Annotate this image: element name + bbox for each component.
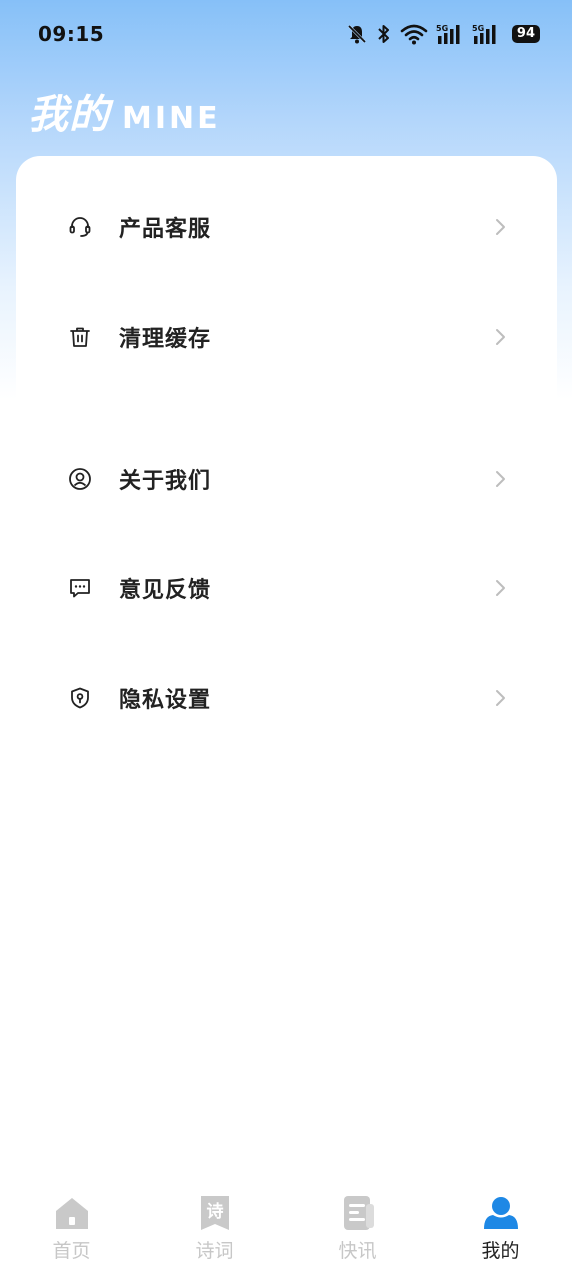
chevron-right-icon [496, 329, 505, 345]
tab-home[interactable]: 首页 [0, 1172, 143, 1279]
tab-news[interactable]: 快讯 [286, 1172, 429, 1279]
signal-icon-2: 5G [472, 24, 496, 44]
menu-item-privacy-settings[interactable]: 隐私设置 [16, 668, 557, 728]
battery-indicator: 94 [511, 25, 540, 43]
menu-item-customer-service[interactable]: 产品客服 [16, 197, 557, 257]
menu-item-label: 清理缓存 [119, 327, 212, 352]
home-icon [56, 1198, 88, 1229]
bluetooth-icon [378, 25, 389, 43]
tab-label: 首页 [52, 1240, 91, 1262]
tab-label: 快讯 [338, 1240, 377, 1262]
user-circle-icon [69, 468, 91, 490]
tab-mine[interactable]: 我的 [429, 1172, 572, 1279]
page-title: 我的 [28, 92, 110, 138]
page-subtitle: MINE [122, 101, 221, 136]
tab-label: 诗词 [195, 1240, 234, 1262]
page-header: 我的 MINE [28, 82, 221, 140]
chevron-right-icon [496, 580, 505, 596]
chevron-right-icon [496, 471, 505, 487]
tab-poems[interactable]: 诗 诗词 [143, 1172, 286, 1279]
status-icons: 5G 5G 94 [346, 23, 540, 45]
svg-text:5G: 5G [436, 24, 448, 33]
wifi-icon [400, 24, 428, 45]
menu-item-clear-cache[interactable]: 清理缓存 [16, 307, 557, 367]
chat-bubble-icon [70, 579, 90, 598]
shield-icon [71, 687, 89, 709]
chevron-right-icon [496, 219, 505, 235]
signal-icon: 5G [436, 24, 460, 44]
poem-bookmark-icon: 诗 [201, 1196, 229, 1230]
bottom-tab-bar: 首页 诗 诗词 快讯 我的 [0, 1172, 572, 1279]
menu-item-feedback[interactable]: 意见反馈 [16, 558, 557, 618]
mute-bell-icon [347, 24, 366, 44]
menu-item-label: 产品客服 [119, 217, 212, 242]
svg-text:诗: 诗 [207, 1202, 224, 1222]
menu-item-label: 意见反馈 [119, 578, 212, 603]
news-icon [344, 1196, 374, 1230]
status-bar: 09:15 5G 5G 94 [0, 0, 572, 68]
tab-label: 我的 [481, 1240, 520, 1262]
menu-item-label: 隐私设置 [119, 688, 212, 713]
svg-text:5G: 5G [472, 24, 484, 33]
chevron-right-icon [496, 690, 505, 706]
headset-icon [69, 217, 91, 237]
profile-icon [484, 1197, 518, 1229]
status-time: 09:15 [38, 22, 105, 46]
trash-icon [70, 327, 90, 347]
menu-item-about-us[interactable]: 关于我们 [16, 449, 557, 509]
menu-item-label: 关于我们 [119, 469, 212, 494]
